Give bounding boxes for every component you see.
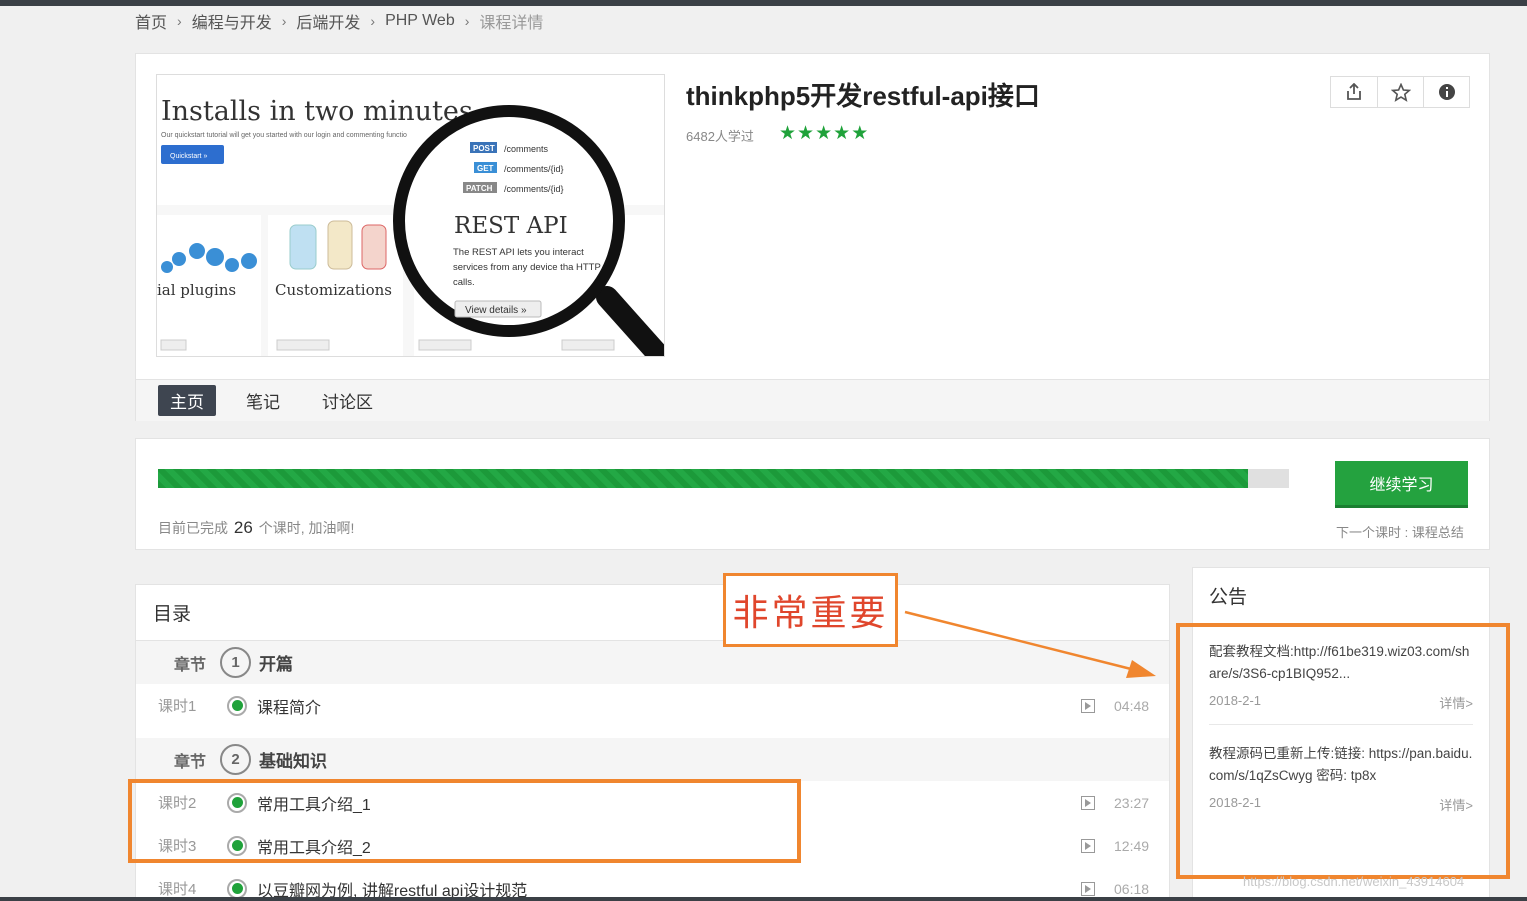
star-icon: ★ — [833, 123, 851, 144]
course-thumbnail-image: Installs in two minutes. Our quickstart … — [157, 75, 664, 356]
play-icon[interactable] — [1081, 881, 1095, 896]
breadcrumb-programming[interactable]: 编程与开发 — [192, 9, 272, 33]
breadcrumb-current: 课程详情 — [479, 15, 544, 32]
lesson-label: 课时1 — [158, 698, 197, 715]
catalog-title: 目录 — [136, 585, 1169, 641]
lesson-duration: 23:27 — [1114, 794, 1150, 811]
thumb-card-2: Customizations — [275, 281, 392, 299]
chevron-right-icon: › — [177, 13, 182, 29]
chevron-right-icon: › — [370, 13, 376, 29]
course-header-panel: Installs in two minutes. Our quickstart … — [135, 53, 1490, 421]
share-button[interactable] — [1331, 77, 1377, 107]
star-icon: ★ — [851, 123, 869, 144]
thumb-card-1: ial plugins — [157, 281, 236, 299]
chevron-right-icon: › — [281, 13, 287, 29]
lesson-row[interactable]: 课时1 课程简介 04:48 — [136, 684, 1169, 727]
progress-count: 26 — [233, 518, 253, 537]
progress-prefix: 目前已完成 — [158, 520, 228, 536]
continue-learning-button[interactable]: 继续学习 — [1335, 461, 1468, 508]
progress-bar — [158, 469, 1289, 488]
lesson-label: 课时4 — [158, 881, 197, 898]
play-icon[interactable] — [1081, 838, 1095, 853]
favorite-button[interactable] — [1377, 77, 1423, 107]
lesson-duration: 06:18 — [1114, 880, 1150, 897]
next-lesson-text: 下一个课时 : 课程总结 — [1336, 525, 1464, 540]
progress-text: 目前已完成 26 个课时, 加油啊! — [158, 518, 354, 538]
star-icon: ★ — [815, 123, 833, 144]
thumb-magnifier-title: REST API — [454, 213, 568, 239]
star-icon: ★ — [797, 123, 815, 144]
progress-panel: 目前已完成 26 个课时, 加油啊! 继续学习 下一个课时 : 课程总结 — [135, 438, 1490, 550]
tab-home[interactable]: 主页 — [158, 385, 216, 416]
top-bar — [0, 0, 1527, 6]
bottom-bar — [0, 897, 1527, 901]
chapter-number: 1 — [220, 647, 251, 678]
thumb-endpoint-3: /comments/{id} — [504, 184, 564, 194]
course-actions — [1330, 76, 1470, 108]
chapter-label: 章节 — [174, 656, 207, 674]
lesson-title[interactable]: 课程简介 — [257, 694, 1169, 718]
annotation-box-notice — [1176, 623, 1510, 879]
thumb-subtext: Our quickstart tutorial will get you sta… — [161, 132, 407, 139]
lesson-row[interactable]: 课时4 以豆瓣网为例, 讲解restful api设计规范 06:18 — [136, 867, 1169, 900]
chapter-label: 章节 — [174, 753, 207, 771]
rating-stars: ★ ★ ★ ★ ★ — [779, 124, 868, 143]
thumb-view-details: View details » — [465, 305, 527, 316]
progress-suffix: 个课时, 加油啊! — [258, 520, 355, 536]
thumb-method-post: POST — [473, 144, 495, 153]
lesson-duration: 12:49 — [1114, 837, 1150, 854]
annotation-box-lessons — [128, 779, 801, 863]
thumb-method-get: GET — [477, 164, 494, 173]
progress-bar-fill — [158, 469, 1249, 488]
chapter-title: 基础知识 — [259, 752, 327, 771]
completed-dot-icon — [227, 695, 247, 716]
breadcrumb-backend[interactable]: 后端开发 — [296, 9, 360, 33]
thumb-headline: Installs in two minutes. — [161, 96, 481, 127]
star-outline-icon — [1390, 82, 1411, 102]
tab-notes[interactable]: 笔记 — [234, 385, 292, 416]
breadcrumb-php-web[interactable]: PHP Web — [385, 12, 455, 30]
chevron-right-icon: › — [464, 13, 470, 29]
completed-dot-icon — [227, 878, 247, 899]
play-icon[interactable] — [1081, 795, 1095, 810]
thumb-magnifier-text: The REST API lets you interact services … — [453, 247, 601, 288]
course-thumbnail: Installs in two minutes. Our quickstart … — [156, 74, 665, 357]
annotation-label: 非常重要 — [723, 573, 898, 647]
star-icon: ★ — [779, 123, 797, 144]
course-title: thinkphp5开发restful-api接口 — [686, 81, 1040, 111]
learner-count: 6482人学过 — [686, 129, 754, 144]
play-icon[interactable] — [1081, 698, 1095, 713]
thumb-method-patch: PATCH — [466, 184, 493, 193]
thumb-quickstart: Quickstart » — [170, 153, 207, 160]
breadcrumb-home[interactable]: 首页 — [135, 9, 167, 33]
share-icon — [1347, 83, 1361, 100]
lesson-duration: 04:48 — [1114, 697, 1150, 714]
breadcrumb: 首页 › 编程与开发 › 后端开发 › PHP Web › 课程详情 — [135, 9, 543, 33]
chapter-row: 章节 1 开篇 — [136, 641, 1169, 684]
thumb-endpoint-2: /comments/{id} — [504, 164, 564, 174]
watermark: https://blog.csdn.net/weixin_43914604 — [1243, 874, 1465, 889]
chapter-title: 开篇 — [259, 655, 293, 674]
info-icon — [1438, 84, 1455, 100]
info-button[interactable] — [1423, 77, 1469, 107]
course-tabs: 主页 笔记 讨论区 — [136, 379, 1489, 421]
thumb-endpoint-1: /comments — [504, 144, 549, 154]
tab-discussion[interactable]: 讨论区 — [310, 385, 385, 416]
chapter-row: 章节 2 基础知识 — [136, 738, 1169, 781]
chapter-number: 2 — [220, 744, 251, 775]
notice-title: 公告 — [1209, 587, 1248, 608]
